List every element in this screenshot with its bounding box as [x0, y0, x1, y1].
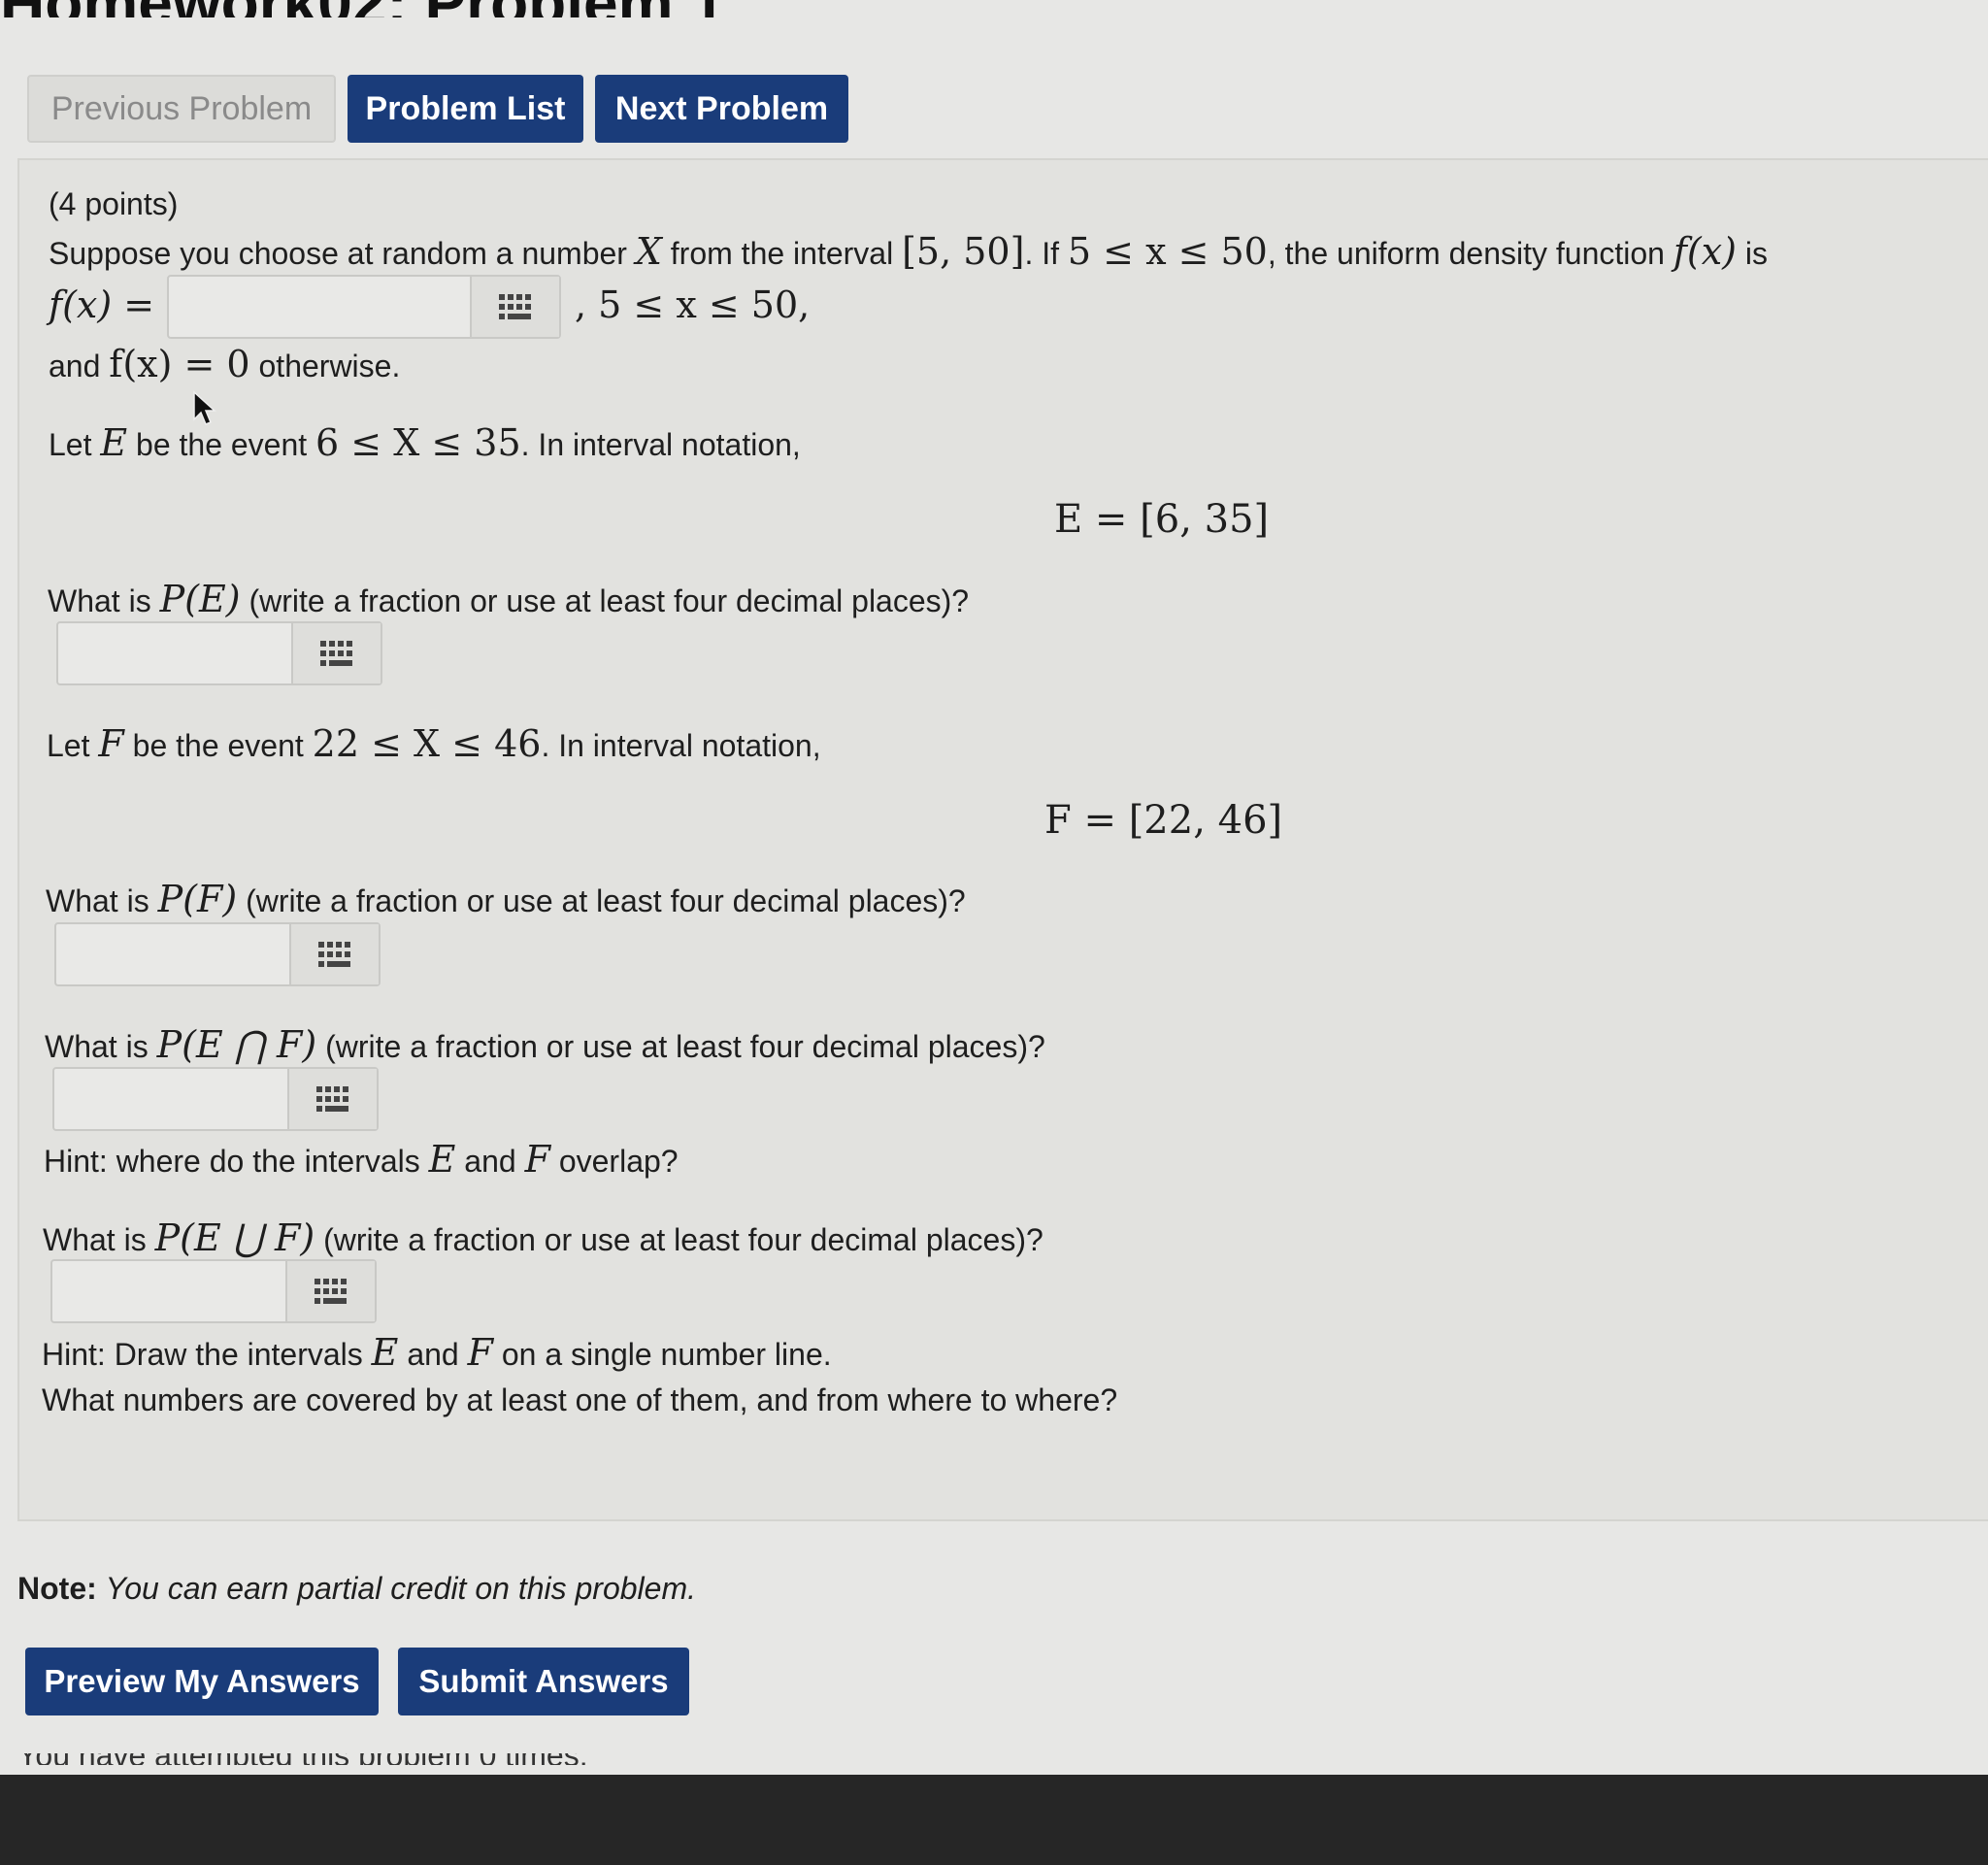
question-pe: What is P(E) (write a fraction or use at… [48, 580, 969, 620]
question-pe-or-f-text-2: (write a fraction or use at least four d… [315, 1222, 1044, 1257]
hint-number-line-text-3: on a single number line. [492, 1337, 832, 1372]
partial-credit-note: Note: You can earn partial credit on thi… [17, 1571, 696, 1607]
previous-problem-button[interactable]: Previous Problem [27, 75, 336, 143]
hint-overlap-text-2: and [455, 1144, 525, 1179]
f-interval: F = [22, 46] [1044, 798, 1283, 843]
intro-interval: [5, 50] [902, 230, 1025, 273]
hint-number-line-f: F [467, 1331, 493, 1374]
pf-answer-box [54, 922, 381, 986]
event-e-line: Let E be the event 6 ≤ X ≤ 35. In interv… [49, 423, 801, 464]
fx-label: f(x) = [49, 285, 154, 326]
question-pf: What is P(F) (write a fraction or use at… [46, 880, 966, 920]
fx-domain-text: , 5 ≤ x ≤ 50, [575, 283, 811, 326]
hint-overlap: Hint: where do the intervals E and F ove… [44, 1140, 679, 1181]
submit-answers-button[interactable]: Submit Answers [398, 1648, 689, 1715]
question-pf-math: P(F) [157, 878, 238, 920]
question-pe-math: P(E) [159, 578, 241, 620]
preview-answers-button[interactable]: Preview My Answers [25, 1648, 379, 1715]
points-label: (4 points) [49, 186, 179, 221]
intro-var-x: X [635, 230, 662, 273]
intro-fx: f(x) [1673, 230, 1738, 273]
page-title: Homework02: Problem 1 [0, 0, 1988, 17]
otherwise-text-1: and [49, 349, 110, 383]
pe-and-f-answer-input[interactable] [54, 1069, 289, 1129]
event-f-line: Let F be the event 22 ≤ X ≤ 46. In inter… [47, 724, 821, 765]
question-pe-or-f: What is P(E ⋃ F) (write a fraction or us… [43, 1218, 1044, 1259]
question-pe-and-f-text-2: (write a fraction or use at least four d… [316, 1029, 1045, 1064]
pe-and-f-answer-box [52, 1067, 379, 1131]
keyboard-grid-icon[interactable] [291, 924, 379, 984]
keyboard-grid-icon[interactable] [472, 277, 559, 337]
e-interval: E = [6, 35] [1054, 497, 1270, 542]
intro-text-5: is [1737, 236, 1769, 271]
hint-number-line-text-1: Hint: Draw the intervals [42, 1337, 372, 1372]
hint-overlap-f: F [524, 1138, 550, 1181]
question-pe-text-1: What is [48, 583, 160, 618]
intro-condition: 5 ≤ x ≤ 50 [1067, 230, 1268, 273]
hint-number-line: Hint: Draw the intervals E and F on a si… [42, 1333, 832, 1374]
intro-text-1: Suppose you choose at random a number [49, 236, 636, 271]
event-e-var: E [100, 421, 128, 464]
event-f-text-1: Let [47, 728, 99, 763]
hint-overlap-e: E [428, 1138, 456, 1181]
question-pe-or-f-text-1: What is [43, 1222, 155, 1257]
question-pe-and-f-math: P(E ⋂ F) [156, 1023, 317, 1066]
pf-answer-input[interactable] [56, 924, 291, 984]
otherwise-text-2: otherwise. [249, 349, 401, 383]
hint-number-line-text-2: and [398, 1337, 468, 1372]
keyboard-grid-icon[interactable] [293, 623, 381, 683]
event-e-text-3: . In interval notation, [520, 427, 801, 462]
note-label: Note: [17, 1571, 97, 1606]
problem-intro: Suppose you choose at random a number X … [49, 232, 1768, 273]
screen-bezel [0, 1775, 1988, 1865]
next-problem-button[interactable]: Next Problem [595, 75, 848, 143]
pe-answer-input[interactable] [58, 623, 293, 683]
event-e-text-1: Let [49, 427, 101, 462]
attempts-message: You have attempted this problem 0 times. [0, 1753, 1988, 1765]
note-text: You can earn partial credit on this prob… [105, 1571, 696, 1606]
intro-text-4: , the uniform density function [1267, 236, 1673, 271]
event-e-text-2: be the event [127, 427, 316, 462]
event-f-condition: 22 ≤ X ≤ 46 [312, 722, 542, 765]
pe-answer-box [56, 621, 382, 685]
event-f-text-2: be the event [123, 728, 313, 763]
fx-answer-input[interactable] [169, 277, 472, 337]
intro-text-2: from the interval [661, 236, 903, 271]
hint-overlap-text-3: overlap? [549, 1144, 679, 1179]
fx-answer-box [167, 275, 561, 339]
question-pe-and-f: What is P(E ⋂ F) (write a fraction or us… [45, 1025, 1045, 1066]
pe-or-f-answer-input[interactable] [52, 1261, 287, 1321]
question-pe-or-f-math: P(E ⋃ F) [154, 1216, 315, 1259]
keyboard-grid-icon[interactable] [289, 1069, 377, 1129]
pe-or-f-answer-box [50, 1259, 377, 1323]
fx-label-text: f(x) = [49, 283, 155, 326]
question-pe-text-2: (write a fraction or use at least four d… [240, 583, 970, 618]
event-f-var: F [98, 722, 124, 765]
otherwise-line: and f(x) = 0 otherwise. [49, 345, 400, 385]
question-pe-and-f-text-1: What is [45, 1029, 157, 1064]
hint-overlap-text-1: Hint: where do the intervals [44, 1144, 429, 1179]
mouse-pointer-icon [193, 390, 216, 425]
hint-coverage: What numbers are covered by at least one… [42, 1382, 1118, 1417]
problem-list-button[interactable]: Problem List [348, 75, 583, 143]
fx-domain: , 5 ≤ x ≤ 50, [575, 285, 810, 326]
question-pf-text-1: What is [46, 883, 158, 918]
intro-text-3: . If [1024, 236, 1068, 271]
event-f-text-3: . In interval notation, [541, 728, 821, 763]
keyboard-grid-icon[interactable] [287, 1261, 375, 1321]
question-pf-text-2: (write a fraction or use at least four d… [237, 883, 966, 918]
hint-number-line-e: E [371, 1331, 399, 1374]
event-e-condition: 6 ≤ X ≤ 35 [315, 421, 521, 464]
otherwise-eq: f(x) = 0 [109, 343, 250, 385]
